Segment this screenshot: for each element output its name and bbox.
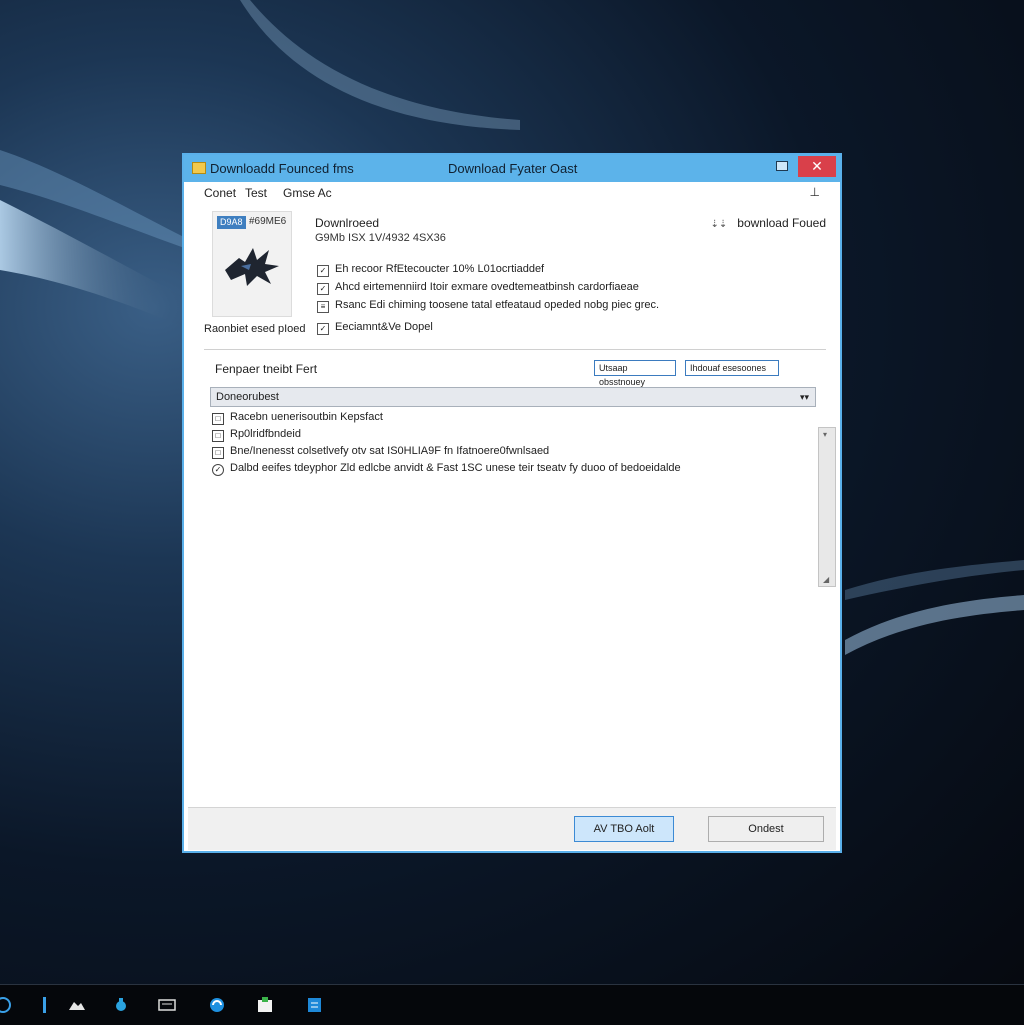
list-header[interactable]: Doneorubest ▾▾ — [210, 387, 816, 407]
window-title: Downloadd Founced fms — [210, 161, 354, 176]
list-item[interactable]: ✓ Dalbd eeifes tdeyphor Zld edlcbe anvidt… — [212, 462, 681, 476]
menu-item-gmse[interactable]: Gmse Ac — [283, 186, 332, 200]
list-header-label: Doneorubest — [216, 391, 279, 403]
chevron-down-icon[interactable]: ▾▾ — [800, 388, 809, 406]
file-name: Downlroeed — [315, 216, 380, 230]
checkbox-icon[interactable]: ✓ — [317, 283, 329, 295]
check-circle-icon: ✓ — [212, 464, 224, 476]
download-status: ⇣⇣ bownload Foued — [711, 216, 827, 230]
list-item-label: Racebn uenerisoutbin Kepsfact — [230, 411, 383, 423]
preview-size: #69ME6 — [249, 216, 287, 227]
browser-icon[interactable] — [0, 997, 12, 1013]
file-size: G9Mb ISX 1V/4932 4SX36 — [315, 232, 446, 244]
option-label: Ahcd eirtemenniird Itoir exmare ovedteme… — [335, 281, 639, 293]
window-subtitle: Download Fyater Oast — [448, 161, 578, 176]
menu-bar: Conet Test Gmse Ac ⊥ — [184, 182, 840, 204]
preview-badge: D9A8 — [217, 216, 246, 229]
option-row[interactable]: ✓ Eeciamnt&Ve Dopel — [317, 321, 433, 335]
secondary-button[interactable]: Ondest — [708, 816, 824, 842]
list-item-label: Rp0lridfbndeid — [230, 428, 301, 440]
action-button-2[interactable]: Ihdouaf esesoones — [685, 360, 779, 376]
notes-icon[interactable] — [306, 997, 324, 1013]
list-item[interactable]: □ Racebn uenerisoutbin Kepsfact — [212, 411, 383, 425]
menu-item-test[interactable]: Test — [245, 186, 267, 200]
clock-icon[interactable] — [158, 997, 176, 1013]
file-preview: D9A8 #69ME6 — [212, 211, 292, 317]
file-icon: □ — [212, 430, 224, 442]
dragon-thumbnail-icon — [225, 248, 279, 286]
download-icon: ⇣⇣ — [710, 219, 728, 230]
action-button-1[interactable]: Utsaap obsstnouey — [594, 360, 676, 387]
checkbox-icon[interactable]: ≡ — [317, 301, 329, 313]
option-label: Rsanc Edi chiming toosene tatal etfeatau… — [335, 299, 660, 311]
download-dialog: Downloadd Founced fms Download Fyater Oa… — [182, 153, 842, 853]
option-row[interactable]: ✓ Ahcd eirtemenniird Itoir exmare ovedtem… — [317, 281, 639, 295]
file-icon: □ — [212, 447, 224, 459]
document-icon[interactable] — [256, 997, 274, 1013]
mail-icon[interactable] — [68, 997, 86, 1013]
section-label: Fenpaer tneibt Fert — [215, 362, 318, 376]
taskbar — [0, 984, 1024, 1025]
download-status-text: bownload Foued — [737, 216, 826, 230]
minimize-button[interactable] — [776, 161, 788, 171]
pinned-divider-icon — [43, 997, 46, 1013]
folder-icon[interactable] — [112, 997, 130, 1013]
option-label: Eh recoor RfEtecoucter 10% L01ocrtiaddef — [335, 263, 545, 275]
checkbox-icon[interactable]: ✓ — [317, 265, 329, 277]
list-item[interactable]: □ Bne/Inenesst colsetlvefy otv sat IS0HLI… — [212, 445, 549, 459]
checkbox-icon[interactable]: ✓ — [317, 323, 329, 335]
preview-caption: Raonbiet esed pIoed — [204, 323, 306, 335]
primary-button[interactable]: AV TBO Aolt — [574, 816, 674, 842]
list-item[interactable]: □ Rp0lridfbndeid — [212, 428, 301, 442]
scroll-up-icon[interactable]: ▾ — [823, 430, 827, 439]
app-icon — [192, 162, 206, 174]
section-divider — [204, 349, 826, 350]
option-row[interactable]: ✓ Eh recoor RfEtecoucter 10% L01ocrtiadde… — [317, 263, 544, 277]
vertical-scrollbar[interactable]: ▾ ◢ — [818, 427, 836, 587]
close-icon: ✕ — [811, 158, 823, 174]
option-row[interactable]: ≡ Rsanc Edi chiming toosene tatal etfeata… — [317, 299, 659, 313]
option-label: Eeciamnt&Ve Dopel — [335, 321, 433, 333]
pin-icon[interactable]: ⊥ — [810, 185, 820, 199]
store-icon[interactable] — [208, 997, 226, 1013]
scroll-down-icon[interactable]: ◢ — [823, 575, 829, 584]
title-bar[interactable]: Downloadd Founced fms Download Fyater Oa… — [184, 155, 840, 182]
file-icon: □ — [212, 413, 224, 425]
list-item-label: Dalbd eeifes tdeyphor Zld edlcbe anvidt … — [230, 462, 681, 474]
list-item-label: Bne/Inenesst colsetlvefy otv sat IS0HLIA… — [230, 445, 550, 457]
menu-item-conet[interactable]: Conet — [204, 186, 236, 200]
dialog-footer: AV TBO Aolt Ondest — [188, 807, 836, 850]
close-button[interactable]: ✕ — [798, 156, 836, 177]
